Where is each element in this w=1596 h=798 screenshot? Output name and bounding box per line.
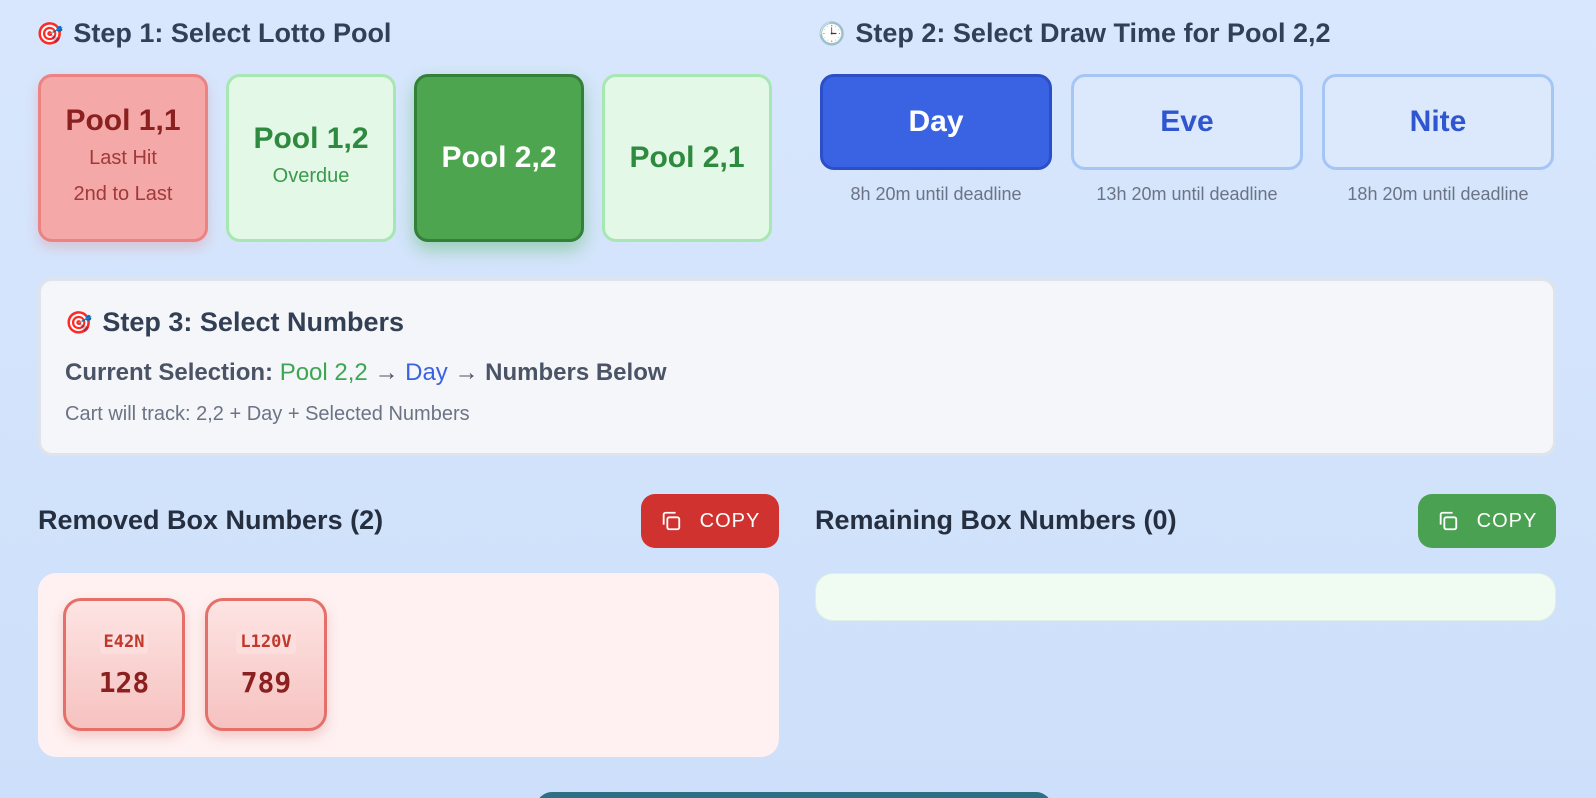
selection-pool: Pool 2,2 [279,359,368,386]
target-icon: 🎯 [36,20,64,46]
step3-panel: 🎯 Step 3: Select Numbers Current Selecti… [38,278,1556,456]
pool-name: Pool 1,2 [253,122,369,155]
step2-title-text: Step 2: Select Draw Time for Pool 2,2 [855,18,1331,48]
step1-title: 🎯 Step 1: Select Lotto Pool [36,18,391,49]
arrow-right-icon: → [454,359,479,386]
removed-title: Removed Box Numbers (2) [38,505,384,535]
pool-name: Pool 2,1 [629,141,745,174]
step2-title: 🕒 Step 2: Select Draw Time for Pool 2,2 [818,18,1331,49]
step1-title-text: Step 1: Select Lotto Pool [73,18,392,48]
deadline-day: 8h 20m until deadline [850,184,1022,204]
clock-icon: 🕒 [818,20,846,46]
target-icon: 🎯 [65,309,93,335]
copy-removed-button[interactable]: COPY [641,494,779,548]
pool-card-1-2[interactable]: Pool 1,2 Overdue [226,74,396,242]
pool-card-2-2[interactable]: Pool 2,2 [414,74,584,242]
number-value: 789 [240,666,292,699]
draw-time-day-button[interactable]: Day [820,74,1052,170]
pool-status: Overdue [272,165,350,187]
removed-number-card[interactable]: E42N 128 [63,598,185,731]
deadline-nite: 18h 20m until deadline [1347,184,1529,204]
pool-card-1-1[interactable]: Pool 1,1 Last Hit 2nd to Last [38,74,208,242]
pool-status: Last Hit [89,147,157,169]
number-code: E42N [99,630,149,654]
number-code: L120V [236,630,296,654]
copy-icon [662,511,680,531]
deadline-eve: 13h 20m until deadline [1096,184,1278,204]
draw-time-eve-button[interactable]: Eve [1071,74,1303,170]
number-value: 128 [98,666,150,699]
copy-remaining-button[interactable]: COPY [1418,494,1556,548]
removed-number-card[interactable]: L120V 789 [205,598,327,731]
cart-track-text: Cart will track: 2,2 + Day + Selected Nu… [65,403,470,425]
copy-icon [1439,511,1457,531]
copy-label: COPY [1476,509,1538,532]
selection-time: Day [405,359,448,386]
pool-name: Pool 1,1 [65,104,181,137]
step3-title-text: Step 3: Select Numbers [102,307,405,337]
pool-card-2-1[interactable]: Pool 2,1 [602,74,772,242]
bottom-action-button[interactable] [536,792,1052,798]
pool-status-secondary: 2nd to Last [73,183,173,205]
arrow-right-icon: → [374,359,399,386]
selection-suffix: Numbers Below [485,359,667,386]
copy-label: COPY [699,509,761,532]
remaining-title: Remaining Box Numbers (0) [815,505,1177,535]
remaining-numbers-area [815,573,1556,621]
step3-title: 🎯 Step 3: Select Numbers [65,307,404,338]
draw-time-nite-button[interactable]: Nite [1322,74,1554,170]
current-selection: Current Selection: Pool 2,2 → Day → Numb… [65,359,667,387]
pool-name: Pool 2,2 [441,141,557,174]
selection-prefix: Current Selection: [65,359,274,386]
